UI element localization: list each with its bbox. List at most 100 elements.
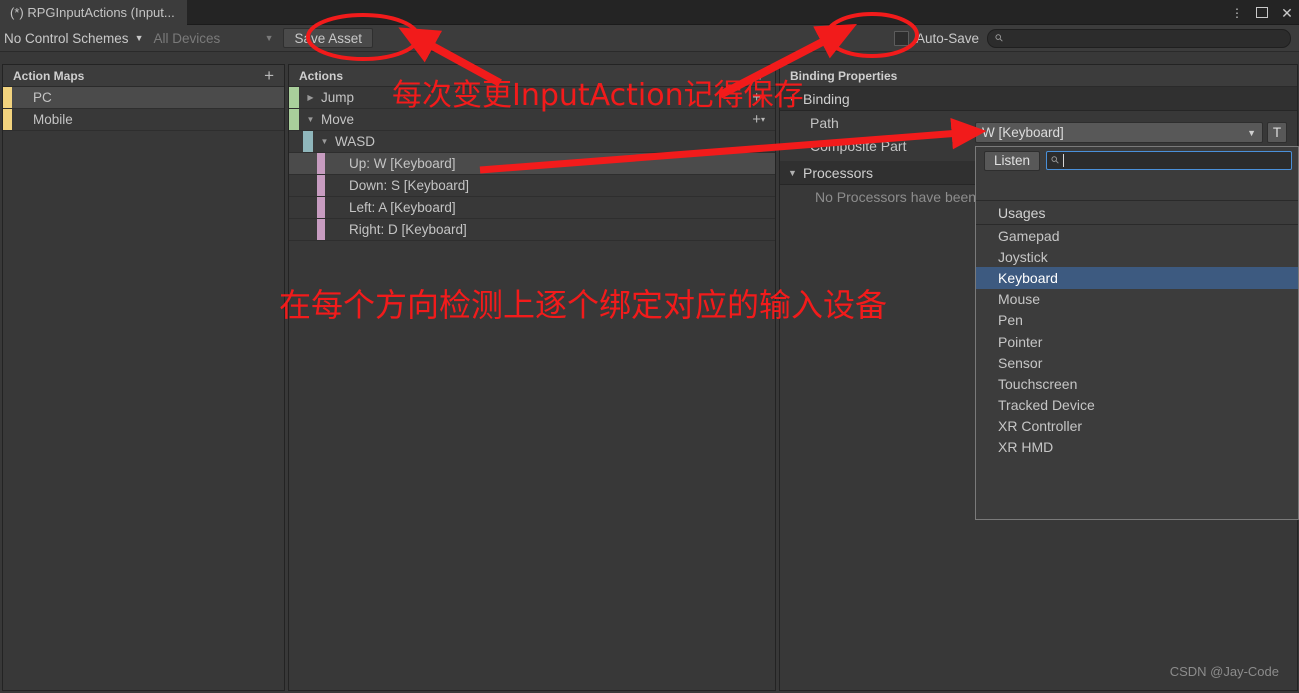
- search-icon: ⚲: [993, 31, 1007, 45]
- path-picker-item[interactable]: Touchscreen: [976, 373, 1298, 394]
- add-action-map-button[interactable]: +: [264, 67, 278, 84]
- asset-tab-label: (*) RPGInputActions (Input...: [10, 5, 175, 20]
- path-picker-item-label: Mouse: [998, 291, 1041, 308]
- unity-input-actions-window: (*) RPGInputActions (Input... ⋮ ✕ No Con…: [0, 0, 1299, 693]
- auto-save-checkbox[interactable]: [893, 30, 909, 46]
- chevron-down-icon: ▾: [760, 115, 765, 125]
- devices-dropdown[interactable]: All Devices ▼: [149, 25, 279, 52]
- path-dropdown-field[interactable]: W [Keyboard] ▼: [975, 122, 1263, 143]
- path-picker-spacer: [976, 174, 1298, 201]
- path-value: W [Keyboard]: [982, 125, 1064, 140]
- action-tree-label: Left: A [Keyboard]: [349, 200, 456, 215]
- action-maps-title: Action Maps: [13, 68, 85, 83]
- more-options-icon[interactable]: ⋮: [1229, 4, 1245, 22]
- window-controls: ⋮ ✕: [1229, 0, 1295, 25]
- path-picker-item-label: XR Controller: [998, 418, 1083, 435]
- triangle-down-icon: ▼: [788, 167, 797, 178]
- actions-title: Actions: [299, 68, 344, 83]
- path-label: Path: [810, 114, 839, 131]
- binding-foldout[interactable]: ▼ Binding: [780, 87, 1297, 111]
- action-map-row[interactable]: PC: [3, 87, 284, 109]
- close-icon[interactable]: ✕: [1279, 4, 1295, 22]
- path-picker-item[interactable]: XR Controller: [976, 416, 1298, 437]
- expand-triangle-icon[interactable]: ▼: [305, 115, 316, 124]
- action-tree-row[interactable]: Up: W [Keyboard]: [289, 153, 775, 175]
- asset-tab[interactable]: (*) RPGInputActions (Input...: [0, 0, 187, 25]
- action-accent-bar: [289, 109, 299, 130]
- path-picker-section-usages: Usages: [976, 201, 1298, 225]
- watermark: CSDN @Jay-Code: [1169, 664, 1279, 679]
- toolbar-search-box[interactable]: ⚲: [987, 28, 1291, 48]
- path-picker-item[interactable]: Pen: [976, 310, 1298, 331]
- path-picker-item-label: XR HMD: [998, 439, 1054, 456]
- path-picker-item[interactable]: Tracked Device: [976, 395, 1298, 416]
- path-picker-search-box[interactable]: ⚲: [1046, 151, 1292, 170]
- chevron-down-icon: ▼: [134, 33, 144, 43]
- action-map-accent-bar: [3, 87, 12, 108]
- search-icon: ⚲: [1049, 154, 1063, 167]
- action-accent-bar: [317, 197, 325, 218]
- path-text-mode-label: T: [1272, 125, 1282, 140]
- action-maps-panel: Action Maps + PC Mobile: [2, 64, 285, 691]
- maximize-icon[interactable]: [1254, 4, 1270, 22]
- chevron-down-icon: ▼: [1247, 127, 1256, 138]
- annotation-text-binding: 在每个方向检测上逐个绑定对应的输入设备: [279, 286, 888, 324]
- auto-save-group: Auto-Save: [893, 30, 979, 46]
- path-picker-section-label: Usages: [998, 204, 1046, 221]
- action-tree-label: Move: [321, 112, 355, 127]
- action-tree-row[interactable]: ▼ WASD: [289, 131, 775, 153]
- path-picker-list: Gamepad Joystick Keyboard Mouse Pen Pointer Se…: [976, 225, 1298, 458]
- path-picker-item[interactable]: Mouse: [976, 289, 1298, 310]
- binding-foldout-label: Binding: [803, 90, 850, 107]
- annotation-text-save: 每次变更InputAction记得保存: [392, 78, 804, 113]
- action-map-label: Mobile: [33, 112, 73, 127]
- path-picker-item-label: Keyboard: [998, 269, 1058, 286]
- composite-part-label: Composite Part: [810, 137, 907, 154]
- path-picker-item[interactable]: Pointer: [976, 331, 1298, 352]
- save-asset-label: Save Asset: [294, 30, 363, 46]
- path-picker-item-label: Pen: [998, 312, 1023, 329]
- path-picker-item[interactable]: Keyboard: [976, 267, 1298, 289]
- window-title-bar: (*) RPGInputActions (Input... ⋮ ✕: [0, 0, 1299, 25]
- path-picker-item-label: Joystick: [998, 248, 1048, 265]
- action-tree-label: WASD: [335, 134, 375, 149]
- action-accent-bar: [303, 131, 313, 152]
- actions-panel: Actions + ▶ Jump +▾ ▼ Move +▾ ▼ WASD Up: W [Keyb…: [288, 64, 776, 691]
- toolbar-search-input[interactable]: [1008, 31, 1282, 45]
- action-tree-label: Down: S [Keyboard]: [349, 178, 470, 193]
- path-picker-item[interactable]: Joystick: [976, 246, 1298, 267]
- action-maps-list: PC Mobile: [3, 87, 284, 131]
- action-accent-bar: [317, 153, 325, 174]
- expand-triangle-icon[interactable]: ▶: [305, 93, 316, 102]
- control-schemes-label: No Control Schemes: [4, 30, 129, 46]
- action-tree-label: Jump: [321, 90, 355, 105]
- devices-label: All Devices: [153, 30, 221, 46]
- path-picker-item-label: Touchscreen: [998, 375, 1078, 392]
- action-map-row[interactable]: Mobile: [3, 109, 284, 131]
- path-picker-item-label: Pointer: [998, 333, 1043, 350]
- expand-triangle-icon[interactable]: ▼: [319, 137, 330, 146]
- add-binding-button[interactable]: +▾: [752, 112, 775, 127]
- action-maps-header: Action Maps +: [3, 65, 284, 87]
- binding-properties-title: Binding Properties: [790, 68, 898, 83]
- listen-button[interactable]: Listen: [984, 150, 1041, 171]
- path-picker-item-label: Sensor: [998, 354, 1043, 371]
- chevron-down-icon: ▼: [264, 33, 274, 43]
- path-text-mode-button[interactable]: T: [1267, 122, 1287, 143]
- action-accent-bar: [317, 175, 325, 196]
- listen-label: Listen: [994, 153, 1031, 168]
- save-asset-button[interactable]: Save Asset: [283, 28, 374, 48]
- path-picker-item[interactable]: Sensor: [976, 352, 1298, 373]
- path-picker-item[interactable]: XR HMD: [976, 437, 1298, 458]
- path-picker-item[interactable]: Gamepad: [976, 225, 1298, 246]
- text-cursor: [1063, 154, 1065, 167]
- control-schemes-dropdown[interactable]: No Control Schemes ▼: [0, 25, 149, 52]
- path-picker-item-label: Gamepad: [998, 227, 1060, 244]
- processors-foldout-label: Processors: [803, 164, 874, 181]
- close-glyph: ✕: [1281, 4, 1293, 21]
- action-tree-row[interactable]: Right: D [Keyboard]: [289, 219, 775, 241]
- action-tree-row[interactable]: Left: A [Keyboard]: [289, 197, 775, 219]
- action-tree-row[interactable]: Down: S [Keyboard]: [289, 175, 775, 197]
- action-map-accent-bar: [3, 109, 12, 130]
- path-picker-dropdown: Listen ⚲ Usages Gamepad Joystick Keyboard M…: [975, 146, 1299, 520]
